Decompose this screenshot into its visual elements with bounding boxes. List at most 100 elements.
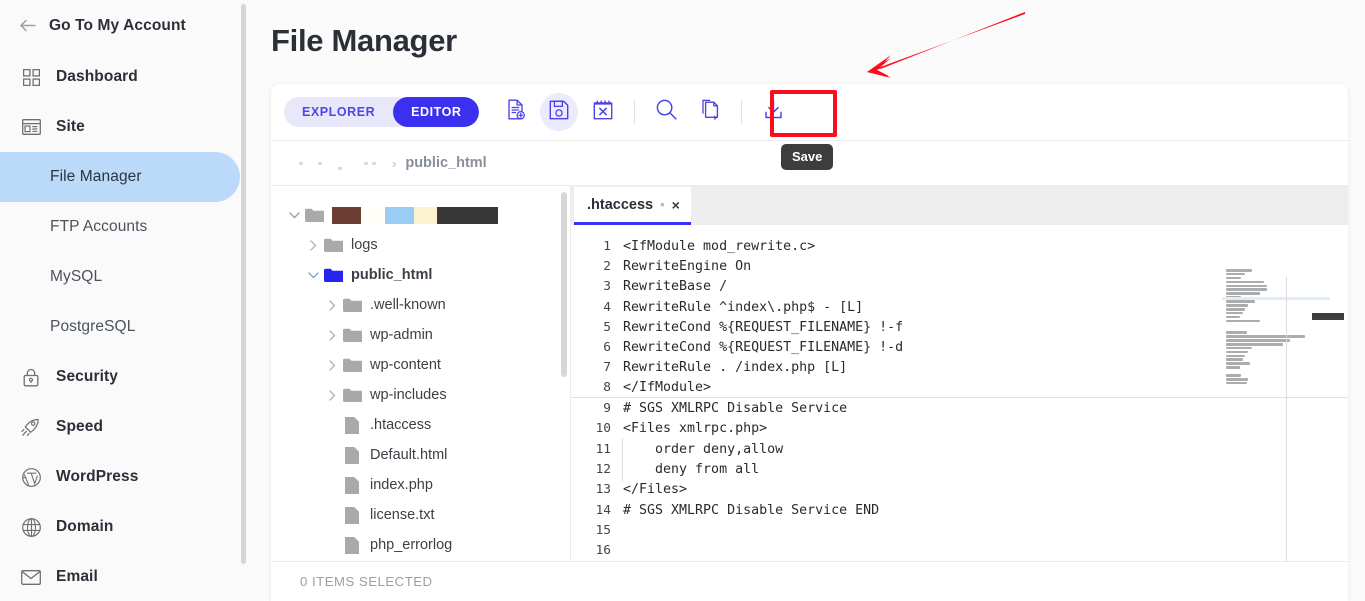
tree-row-default-html[interactable]: Default.html: [271, 440, 570, 470]
tree-row-root[interactable]: [271, 200, 570, 230]
folder-icon: [322, 238, 344, 253]
tree-row-wp-admin[interactable]: wp-admin: [271, 320, 570, 350]
folder-icon: [341, 298, 363, 313]
download-button[interactable]: [754, 93, 792, 131]
code-line: 12 deny from all: [571, 459, 1348, 479]
sidebar-item-ftp-accounts[interactable]: FTP Accounts: [0, 202, 240, 252]
tree-label-default-html: Default.html: [370, 447, 447, 463]
chevron-down-icon[interactable]: [285, 212, 303, 219]
sidebar-item-security[interactable]: Security: [0, 352, 247, 402]
editor-tab-htaccess[interactable]: .htaccess • ×: [574, 187, 691, 225]
chevron-right-icon[interactable]: [323, 360, 341, 371]
file-tree-scrollbar[interactable]: [561, 192, 567, 377]
code-line: 1<IfModule mod_rewrite.c>: [571, 236, 1348, 256]
sidebar-label-dashboard: Dashboard: [56, 68, 138, 86]
line-number: 16: [571, 543, 623, 558]
tree-row-logs[interactable]: logs: [271, 230, 570, 260]
tree-row-wp-content[interactable]: wp-content: [271, 350, 570, 380]
sidebar-label-email: Email: [56, 568, 98, 586]
search-button[interactable]: [647, 93, 685, 131]
save-button[interactable]: [540, 93, 578, 131]
line-text: RewriteRule . /index.php [L]: [623, 360, 847, 375]
toolbar-divider-2: [741, 100, 742, 124]
globe-icon: [20, 516, 42, 538]
line-number: 13: [571, 482, 623, 497]
tab-editor[interactable]: EDITOR: [393, 97, 479, 127]
minimap-line: [1226, 374, 1241, 377]
minimap-line: [1226, 339, 1290, 342]
code-line: 13</Files>: [571, 480, 1348, 500]
chevron-right-icon[interactable]: [304, 240, 322, 251]
tree-row-public-html[interactable]: public_html: [271, 260, 570, 290]
chevron-right-icon[interactable]: [323, 300, 341, 311]
line-number: 15: [571, 523, 623, 538]
minimap-line: [1226, 347, 1252, 350]
code-area[interactable]: 1<IfModule mod_rewrite.c> 2RewriteEngine…: [571, 225, 1348, 561]
tree-label-wp-admin: wp-admin: [370, 327, 433, 343]
file-icon: [341, 537, 363, 554]
line-number: 6: [571, 340, 623, 355]
line-number: 4: [571, 300, 623, 315]
line-number: 12: [571, 462, 623, 477]
minimap-line: [1226, 355, 1245, 358]
sidebar-item-domain[interactable]: Domain: [0, 502, 247, 552]
sidebar-label-security: Security: [56, 368, 118, 386]
save-tooltip: Save: [781, 144, 833, 170]
editor-tab-label: .htaccess: [587, 197, 653, 213]
window-icon: [20, 116, 42, 138]
chevron-right-icon[interactable]: [323, 330, 341, 341]
rocket-icon: [20, 416, 42, 438]
chevron-down-icon[interactable]: [304, 272, 322, 279]
sidebar-item-speed[interactable]: Speed: [0, 402, 247, 452]
download-icon: [763, 99, 784, 125]
tree-row-license-txt[interactable]: license.txt: [271, 500, 570, 530]
close-file-button[interactable]: [584, 93, 622, 131]
tab-explorer[interactable]: EXPLORER: [284, 97, 393, 127]
code-editor: .htaccess • × 1<IfModule mod_rewrite.c> …: [571, 186, 1348, 561]
new-file-button[interactable]: [496, 93, 534, 131]
line-text: order deny,allow: [623, 442, 783, 457]
line-text: # SGS XMLRPC Disable Service: [623, 401, 847, 416]
breadcrumb-separator: ›: [392, 156, 396, 171]
envelope-icon: [20, 566, 42, 588]
tree-row-wp-includes[interactable]: wp-includes: [271, 380, 570, 410]
line-number: 9: [571, 401, 623, 416]
close-tab-icon[interactable]: ×: [672, 198, 680, 212]
breadcrumb-current[interactable]: public_html: [405, 155, 486, 171]
code-line: 16: [571, 540, 1348, 560]
tree-row-php-errorlog[interactable]: php_errorlog: [271, 530, 570, 560]
minimap-line: [1226, 320, 1260, 323]
folder-icon: [341, 328, 363, 343]
tree-label-php-errorlog: php_errorlog: [370, 537, 452, 553]
code-line: 10<Files xmlrpc.php>: [571, 419, 1348, 439]
minimap-line: [1226, 351, 1248, 354]
sidebar-item-postgresql[interactable]: PostgreSQL: [0, 302, 240, 352]
line-text: deny from all: [623, 462, 759, 477]
new-file-icon: [505, 99, 526, 125]
tree-row-htaccess[interactable]: .htaccess: [271, 410, 570, 440]
line-text: RewriteCond %{REQUEST_FILENAME} !-f: [623, 320, 903, 335]
chevron-right-icon[interactable]: [323, 390, 341, 401]
line-text: </IfModule>: [623, 380, 711, 395]
folder-icon: [303, 208, 325, 223]
sidebar-item-wordpress[interactable]: WordPress: [0, 452, 247, 502]
minimap-line: [1226, 378, 1248, 381]
tree-row-index-php[interactable]: index.php: [271, 470, 570, 500]
sidebar-item-dashboard[interactable]: Dashboard: [0, 52, 247, 102]
code-scrollbar[interactable]: [1336, 269, 1345, 561]
minimap-line: [1226, 362, 1250, 365]
sidebar-item-mysql[interactable]: MySQL: [0, 252, 240, 302]
folder-icon: [341, 388, 363, 403]
copy-button[interactable]: [691, 93, 729, 131]
sidebar-item-site[interactable]: Site: [0, 102, 247, 152]
sidebar-item-email[interactable]: Email: [0, 552, 247, 601]
go-to-my-account-link[interactable]: Go To My Account: [0, 0, 247, 52]
line-number: 5: [571, 320, 623, 335]
file-tree: logs public_html: [271, 186, 571, 561]
minimap-line: [1226, 300, 1255, 303]
tree-row-well-known[interactable]: .well-known: [271, 290, 570, 320]
sidebar-scrollbar[interactable]: [241, 4, 246, 564]
code-line: 9# SGS XMLRPC Disable Service: [571, 398, 1348, 418]
sidebar-label-domain: Domain: [56, 518, 113, 536]
sidebar-item-file-manager[interactable]: File Manager: [0, 152, 240, 202]
